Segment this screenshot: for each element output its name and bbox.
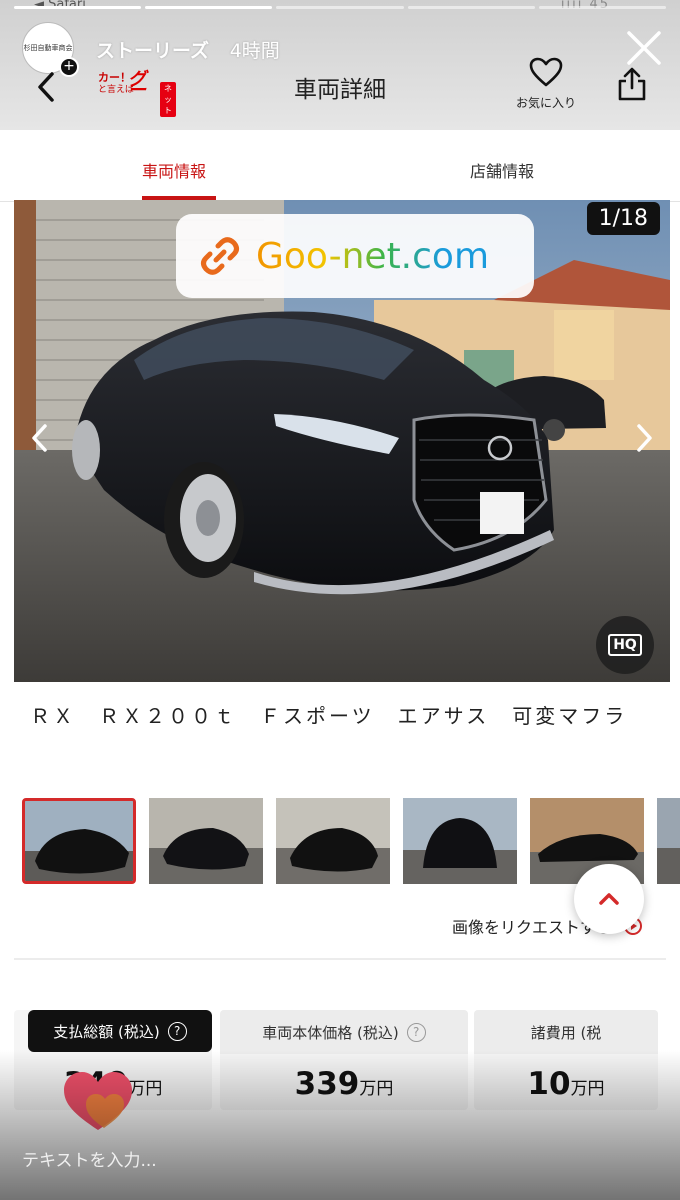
favorite-button[interactable]: お気に入り — [510, 56, 582, 111]
favorite-label: お気に入り — [515, 96, 576, 110]
watermark-text: Goo-net.com — [256, 235, 490, 277]
next-photo-icon[interactable] — [632, 422, 656, 454]
thumbnail-2[interactable] — [149, 798, 263, 884]
link-icon — [201, 237, 239, 275]
scroll-to-top-button[interactable] — [574, 864, 644, 934]
story-bottom-overlay — [0, 1050, 680, 1200]
main-vehicle-photo[interactable]: Goo-net.com 1/18 HQ — [14, 200, 670, 682]
hq-button[interactable]: HQ — [596, 616, 654, 674]
fees-header: 諸費用 (税 — [474, 1010, 658, 1054]
photo-counter: 1/18 — [586, 202, 660, 235]
help-icon[interactable]: ? — [167, 1021, 187, 1041]
thumbnail-1[interactable] — [22, 798, 136, 884]
story-progress — [14, 6, 667, 9]
tab-vehicle-info[interactable]: 車両情報 — [142, 158, 206, 182]
thumbnail-strip — [22, 798, 680, 886]
help-icon[interactable]: ? — [406, 1022, 426, 1042]
story-header: ◄ Safari ıııı 45 杉田自動車商会 + ストーリーズ 4時間 カー… — [0, 0, 680, 130]
thumbnail-3[interactable] — [276, 798, 390, 884]
hq-icon: HQ — [608, 634, 642, 656]
story-reply-input[interactable]: テキストを入力... — [22, 1146, 157, 1171]
thumbnail-4[interactable] — [403, 798, 517, 884]
vehicle-title: ＲＸ ＲＸ２００ｔ Ｆスポーツ エアサス 可変マフラ — [30, 704, 628, 728]
chevron-up-icon — [599, 893, 619, 905]
tab-store-info[interactable]: 店舗情報 — [470, 158, 534, 182]
share-icon[interactable] — [616, 66, 648, 102]
thumbnail-6[interactable] — [657, 798, 680, 884]
tab-bar: 車両情報 店舗情報 — [0, 130, 680, 202]
body-price-header: 車両本体価格 (税込) ? — [220, 1010, 468, 1054]
vehicle-detail-page: 車両情報 店舗情報 Goo-net.com 1/18 HQ ＲＸ ＲＸ２００ｔ … — [0, 130, 680, 1200]
divider — [14, 958, 666, 960]
app-header: カー！ と言えば グー ネット 車両詳細 お気に入り — [0, 50, 680, 130]
previous-photo-icon[interactable] — [28, 422, 52, 454]
total-price-label[interactable]: 支払総額 (税込) ? — [28, 1010, 212, 1052]
goo-net-watermark: Goo-net.com — [176, 214, 534, 298]
heart-icon — [529, 57, 563, 87]
